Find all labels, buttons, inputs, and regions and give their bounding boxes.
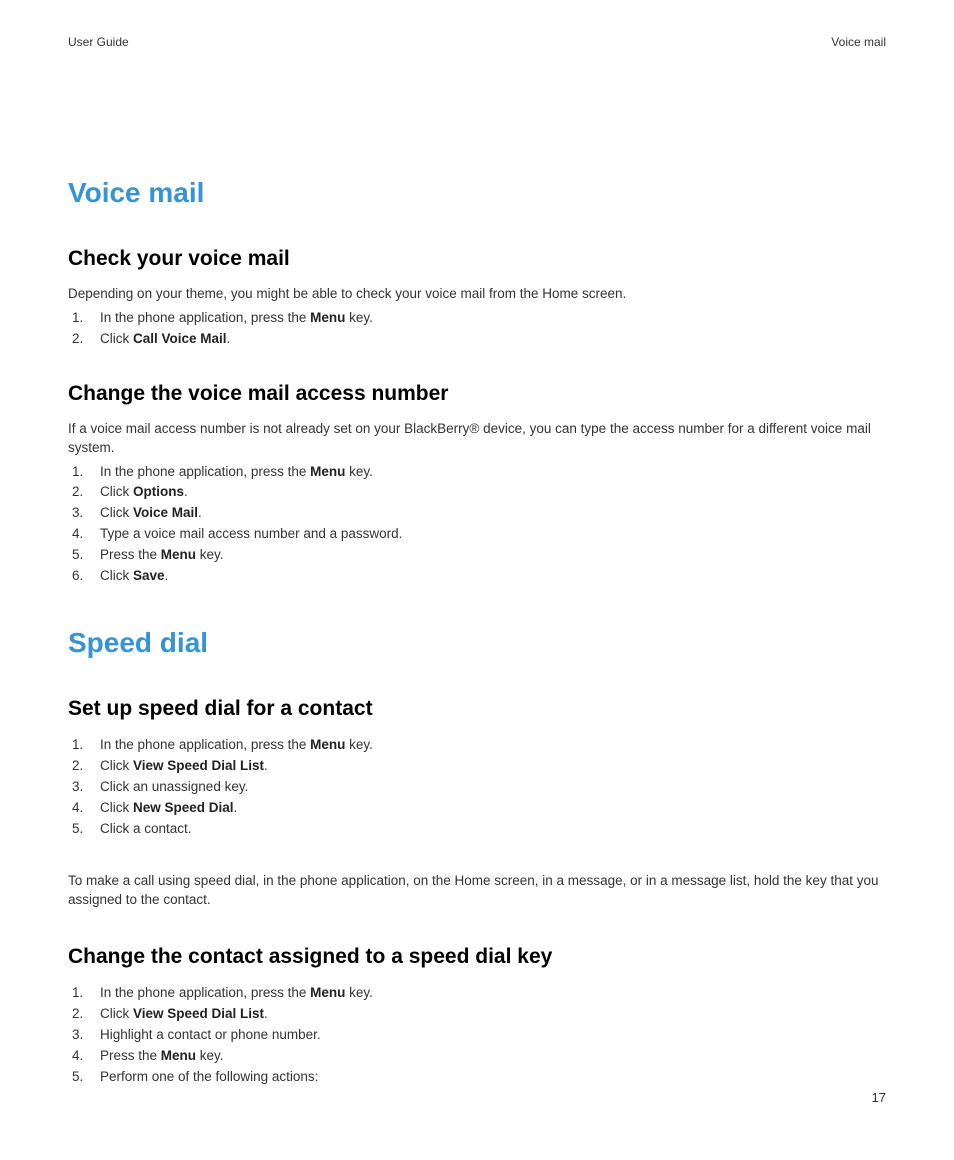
step-item: Click Call Voice Mail. xyxy=(68,329,886,350)
step-item: In the phone application, press the Menu… xyxy=(68,983,886,1004)
page-header: User Guide Voice mail xyxy=(68,35,886,49)
header-left: User Guide xyxy=(68,35,129,49)
step-item: In the phone application, press the Menu… xyxy=(68,308,886,329)
header-right: Voice mail xyxy=(831,35,886,49)
step-list: In the phone application, press the Menu… xyxy=(68,462,886,588)
step-list: In the phone application, press the Menu… xyxy=(68,308,886,350)
step-item: In the phone application, press the Menu… xyxy=(68,462,886,483)
step-item: Click View Speed Dial List. xyxy=(68,756,886,777)
section-title: Speed dial xyxy=(68,627,886,659)
step-item: Press the Menu key. xyxy=(68,1046,886,1067)
step-item: Click View Speed Dial List. xyxy=(68,1004,886,1025)
subsection-title: Set up speed dial for a contact xyxy=(68,697,886,721)
step-item: Click Voice Mail. xyxy=(68,503,886,524)
step-item: Press the Menu key. xyxy=(68,545,886,566)
step-item: Perform one of the following actions: xyxy=(68,1067,886,1088)
page-number: 17 xyxy=(872,1090,886,1105)
step-item: Click Save. xyxy=(68,566,886,587)
section-title: Voice mail xyxy=(68,177,886,209)
step-list: In the phone application, press the Menu… xyxy=(68,983,886,1088)
subsection-title: Change the voice mail access number xyxy=(68,382,886,406)
step-list: In the phone application, press the Menu… xyxy=(68,735,886,840)
subsection-title: Change the contact assigned to a speed d… xyxy=(68,945,886,969)
after-paragraph: To make a call using speed dial, in the … xyxy=(68,872,886,910)
step-item: Click New Speed Dial. xyxy=(68,798,886,819)
step-item: Click a contact. xyxy=(68,819,886,840)
step-item: Click Options. xyxy=(68,482,886,503)
step-item: Type a voice mail access number and a pa… xyxy=(68,524,886,545)
page-content: Voice mail Check your voice mail Depending… xyxy=(68,177,886,1088)
step-item: Click an unassigned key. xyxy=(68,777,886,798)
step-item: Highlight a contact or phone number. xyxy=(68,1025,886,1046)
subsection-title: Check your voice mail xyxy=(68,247,886,271)
step-item: In the phone application, press the Menu… xyxy=(68,735,886,756)
intro-paragraph: Depending on your theme, you might be ab… xyxy=(68,285,886,304)
intro-paragraph: If a voice mail access number is not alr… xyxy=(68,420,886,458)
